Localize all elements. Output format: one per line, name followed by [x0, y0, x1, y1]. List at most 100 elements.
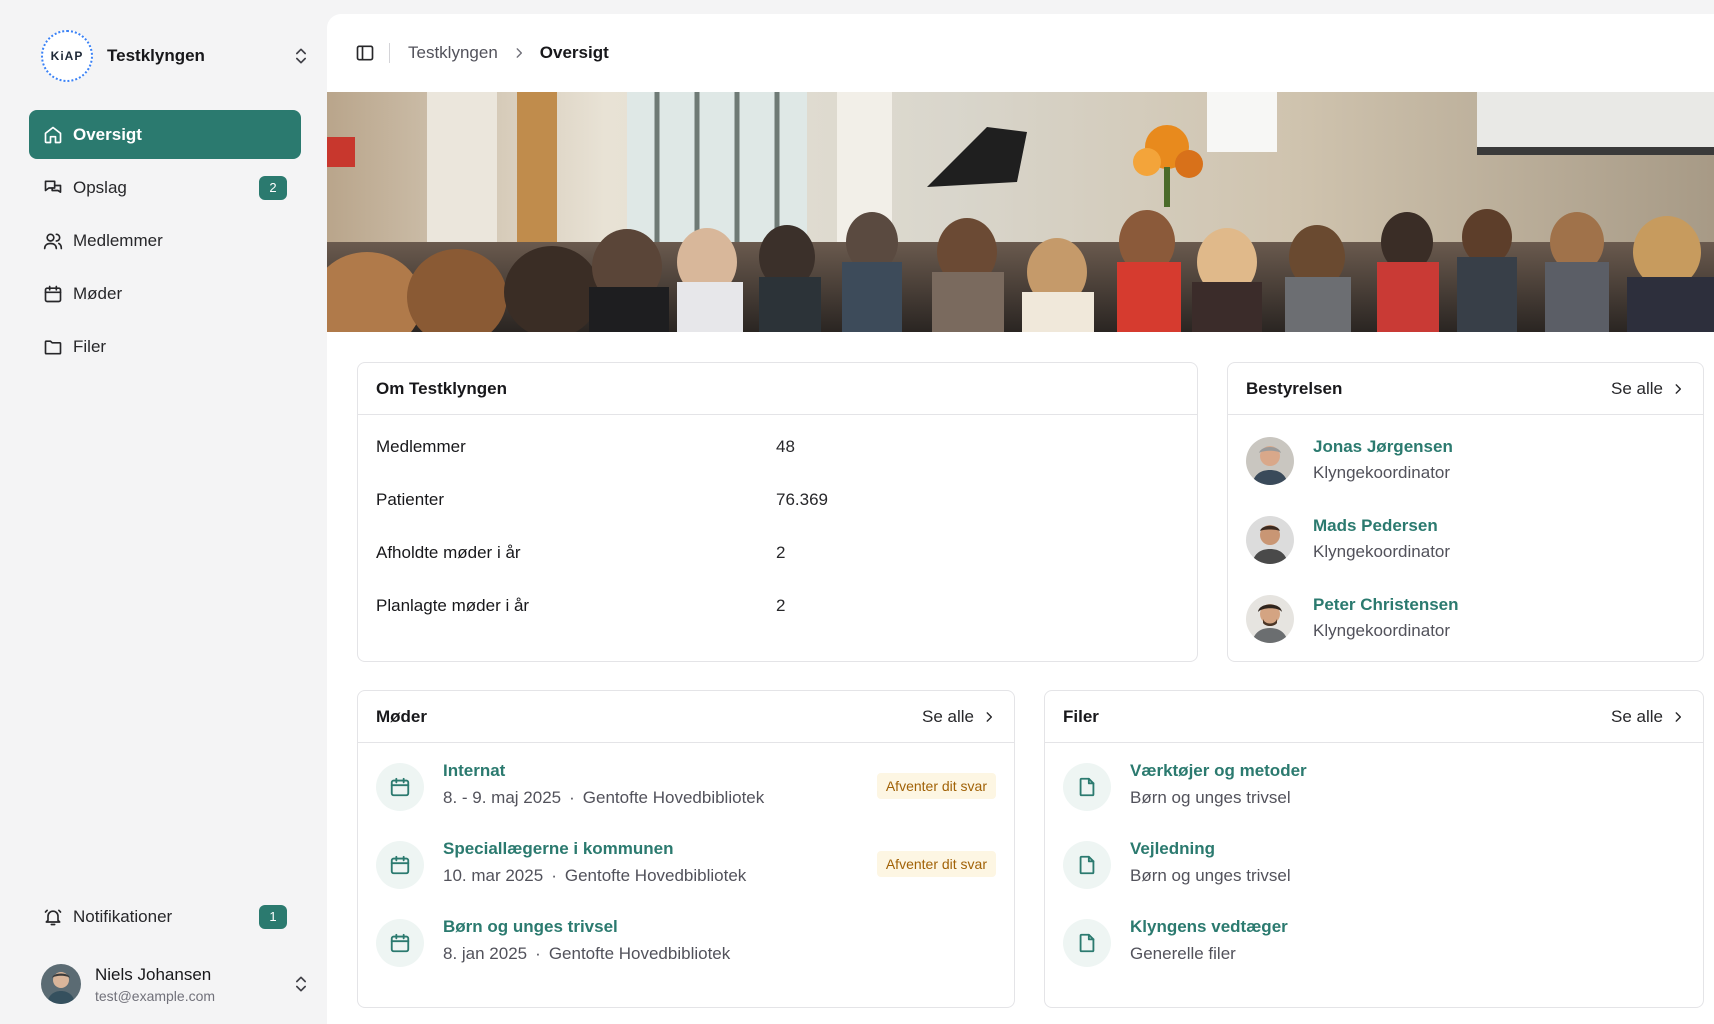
meeting-location: Gentofte Hovedbibliotek: [548, 944, 731, 963]
board-member-name[interactable]: Jonas Jørgensen: [1313, 437, 1453, 457]
file-category: Børn og unges trivsel: [1130, 788, 1291, 807]
files-card-header: Filer Se alle: [1045, 691, 1703, 743]
chat-icon: [44, 180, 62, 193]
meeting-title: Internat: [443, 761, 506, 780]
meeting-date: 8. - 9. maj 2025: [443, 788, 562, 807]
board-card-header: Bestyrelsen Se alle: [1228, 363, 1703, 415]
topbar: Testklyngen Oversigt: [327, 14, 1714, 92]
meeting-date: 10. mar 2025: [443, 866, 544, 885]
files-card: Filer Se alle Værktøjer og metoder Børn …: [1044, 690, 1704, 1008]
chevron-up-down-icon: [296, 48, 306, 64]
sidebar-item-label: Medlemmer: [73, 230, 163, 250]
stat-label: Medlemmer: [376, 437, 466, 456]
meeting-title: Speciallægerne i kommunen: [443, 839, 674, 858]
sidebar: KiAP Testklyngen Oversigt Opslag 2 Medle…: [11, 12, 327, 1024]
user-info: Niels Johansen test@example.com: [95, 965, 291, 1004]
stat-label: Afholdte møder i år: [376, 543, 521, 562]
status-badge: Afventer dit svar: [876, 773, 996, 799]
stat-row: Afholdte møder i år 2: [358, 521, 1197, 574]
notifications-button[interactable]: Notifikationer 1: [29, 892, 301, 941]
user-email: test@example.com: [95, 987, 216, 1004]
see-all-label: Se alle: [1611, 378, 1663, 398]
stat-row: Patienter 76.369: [358, 468, 1197, 521]
sidebar-item-label: Møder: [73, 283, 123, 303]
sidebar-item-opslag[interactable]: Opslag 2: [29, 163, 301, 212]
sidebar-item-label: Filer: [73, 336, 107, 356]
file-icon: [1063, 763, 1111, 811]
meeting-details: 8. jan 2025 · Gentofte Hovedbibliotek: [443, 944, 730, 964]
board-card: Bestyrelsen Se alle Jonas Jørgensen Klyn…: [1227, 362, 1704, 662]
stat-value: 48: [776, 437, 795, 456]
sidebar-toggle-icon[interactable]: [355, 43, 375, 63]
board-member-name[interactable]: Mads Pedersen: [1313, 516, 1438, 536]
sidebar-item-oversigt[interactable]: Oversigt: [29, 110, 301, 159]
sidebar-item-label: Opslag: [73, 177, 127, 197]
file-icon: [1063, 919, 1111, 967]
avatar: [1246, 595, 1294, 643]
home-icon: [44, 126, 62, 143]
file-category: Generelle filer: [1130, 944, 1236, 963]
meetings-card-title: Møder: [376, 706, 427, 726]
meeting-location: Gentofte Hovedbibliotek: [564, 866, 747, 885]
stat-value: 2: [776, 543, 786, 562]
chevron-right-icon: [1675, 711, 1682, 722]
stat-label: Planlagte møder i år: [376, 596, 530, 615]
file-item[interactable]: Klyngens vedtæger Generelle filer: [1045, 899, 1703, 977]
count-badge: 2: [259, 175, 287, 200]
notifications-badge: 1: [259, 904, 287, 929]
meeting-item[interactable]: Speciallægerne i kommunen 10. mar 2025 · G…: [358, 821, 1014, 899]
chevron-right-icon: [1675, 383, 1682, 394]
file-item[interactable]: Værktøjer og metoder Børn og unges trivs…: [1045, 743, 1703, 821]
status-badge: Afventer dit svar: [876, 851, 996, 877]
board-see-all-link[interactable]: Se alle: [1611, 379, 1685, 399]
meeting-item[interactable]: Børn og unges trivsel 8. jan 2025 · Gentof…: [358, 899, 1014, 977]
separator: ·: [551, 866, 557, 885]
chevron-right-icon: [516, 48, 522, 58]
meeting-item[interactable]: Internat 8. - 9. maj 2025 · Gentofte Hoved…: [358, 743, 1014, 821]
file-title: Vejledning: [1130, 839, 1216, 858]
org-switcher[interactable]: KiAP Testklyngen: [41, 28, 311, 84]
about-card-title: Om Testklyngen: [376, 378, 507, 398]
board-member: Mads Pedersen Klyngekoordinator: [1228, 494, 1703, 573]
sidebar-item-medlemmer[interactable]: Medlemmer: [29, 216, 301, 265]
folder-icon: [44, 339, 62, 354]
stat-row: Medlemmer 48: [358, 415, 1197, 468]
meetings-card: Møder Se alle Internat 8. - 9. maj 2025 ·…: [357, 690, 1015, 1008]
meeting-details: 8. - 9. maj 2025 · Gentofte Hovedbibliotek: [443, 788, 764, 808]
files-see-all-link[interactable]: Se alle: [1611, 707, 1685, 727]
calendar-icon: [376, 841, 424, 889]
sidebar-item-label: Oversigt: [73, 124, 142, 144]
board-member-role: Klyngekoordinator: [1313, 463, 1451, 482]
files-card-title: Filer: [1063, 706, 1099, 726]
users-icon: [43, 233, 63, 249]
avatar: [1246, 516, 1294, 564]
board-card-title: Bestyrelsen: [1246, 378, 1343, 398]
org-logo: KiAP: [41, 30, 93, 82]
file-item[interactable]: Vejledning Børn og unges trivsel: [1045, 821, 1703, 899]
breadcrumb-current: Oversigt: [539, 43, 609, 62]
breadcrumb-link[interactable]: Testklyngen: [408, 43, 498, 63]
chevron-right-icon: [986, 711, 993, 722]
hero-banner: [327, 92, 1714, 332]
user-avatar: [41, 964, 81, 1004]
calendar-icon: [44, 285, 62, 302]
divider: [389, 43, 390, 63]
user-name: Niels Johansen: [95, 964, 212, 984]
stat-label: Patienter: [376, 490, 445, 509]
board-member-role: Klyngekoordinator: [1313, 542, 1451, 561]
app-root: KiAP Testklyngen Oversigt Opslag 2 Medle…: [0, 0, 1714, 1024]
sidebar-item-filer[interactable]: Filer: [29, 322, 301, 371]
meeting-location: Gentofte Hovedbibliotek: [582, 788, 765, 807]
about-card-header: Om Testklyngen: [358, 363, 1197, 415]
org-name: Testklyngen: [107, 46, 205, 65]
sidebar-nav: Oversigt Opslag 2 Medlemmer Møder Filer: [29, 110, 301, 375]
meetings-see-all-link[interactable]: Se alle: [922, 707, 996, 727]
sidebar-item-moder[interactable]: Møder: [29, 269, 301, 318]
board-member-name[interactable]: Peter Christensen: [1313, 595, 1459, 615]
calendar-icon: [376, 763, 424, 811]
user-menu[interactable]: Niels Johansen test@example.com: [41, 957, 311, 1011]
see-all-label: Se alle: [1611, 706, 1663, 726]
stat-value: 76.369: [776, 490, 828, 509]
avatar: [1246, 437, 1294, 485]
file-category: Børn og unges trivsel: [1130, 866, 1291, 885]
